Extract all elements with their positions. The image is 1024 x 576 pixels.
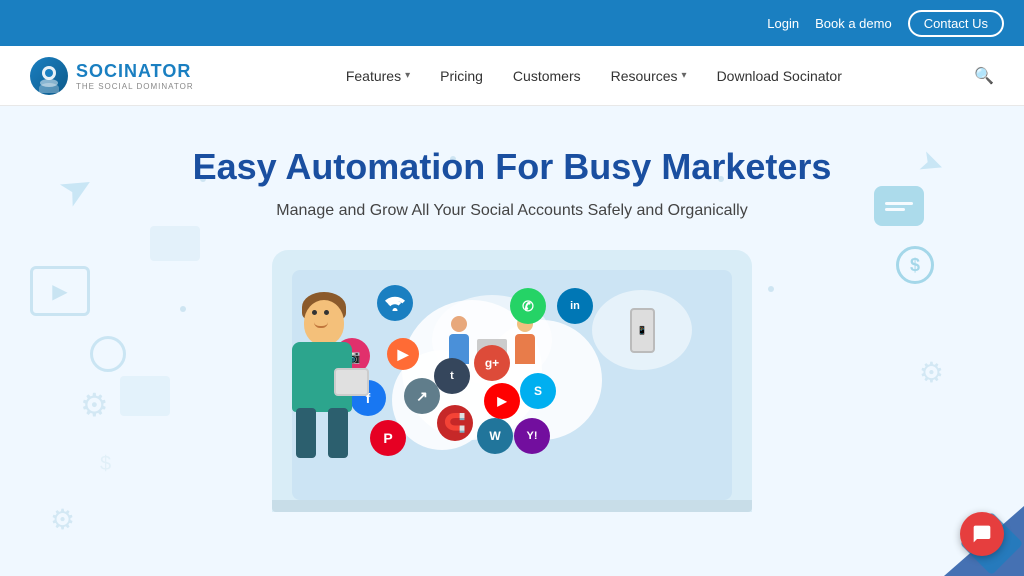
wordpress-icon: W: [477, 418, 513, 454]
person-illustration: [292, 300, 412, 500]
top-bar: Login Book a demo Contact Us: [0, 0, 1024, 46]
gear-decoration-2: ⚙: [919, 356, 944, 389]
play-decoration: ▶: [30, 266, 90, 316]
main-nav: Features ▾ Pricing Customers Resources ▾…: [234, 68, 954, 84]
note-decoration-1: [120, 376, 170, 416]
person-leg-right: [328, 408, 348, 458]
nav-bar: SOCINATOR THE SOCIAL DOMINATOR Features …: [0, 46, 1024, 106]
gplus-icon: g+: [474, 345, 510, 381]
hero-section: ➤ ➤ ▶ $ ⚙ ⚙ ⚙ $ Easy Automation For Busy…: [0, 106, 1024, 576]
whatsapp-icon: ✆: [510, 288, 546, 324]
resources-chevron-icon: ▾: [682, 70, 687, 81]
contact-us-button[interactable]: Contact Us: [908, 10, 1004, 37]
nav-customers[interactable]: Customers: [513, 68, 581, 84]
person-head: [304, 300, 344, 345]
login-link[interactable]: Login: [767, 16, 799, 31]
person-leg-left: [296, 408, 316, 458]
laptop-screen: 📱 📷 ▶ f P ↗ 🧲 W ▶ Y! S g+ ✆ in t: [292, 270, 732, 500]
logo-text: SOCINATOR: [76, 61, 191, 81]
hero-title: Easy Automation For Busy Marketers: [193, 146, 832, 188]
arrow-decoration-2: ➤: [914, 143, 950, 184]
clock-decoration: [90, 336, 126, 372]
nav-resources[interactable]: Resources ▾: [611, 68, 687, 84]
person-tablet: [334, 368, 369, 396]
tumblr-icon: t: [434, 358, 470, 394]
note-decoration-2: [150, 226, 200, 261]
laptop-illustration: 📱 📷 ▶ f P ↗ 🧲 W ▶ Y! S g+ ✆ in t: [272, 250, 752, 512]
logo-subtext: THE SOCIAL DOMINATOR: [76, 82, 194, 91]
phone-bubble: 📱: [592, 290, 692, 370]
nav-pricing[interactable]: Pricing: [440, 68, 483, 84]
search-icon[interactable]: 🔍: [974, 66, 994, 86]
hero-subtitle: Manage and Grow All Your Social Accounts…: [276, 202, 747, 220]
youtube-icon: ▶: [484, 383, 520, 419]
chat-bubble-decoration: [874, 186, 924, 226]
dot-5: [768, 286, 774, 292]
nav-features[interactable]: Features ▾: [346, 68, 410, 84]
dot-4: [180, 306, 186, 312]
book-demo-link[interactable]: Book a demo: [815, 16, 892, 31]
gear-decoration-1: ⚙: [80, 386, 109, 424]
dollar-decoration: $: [896, 246, 934, 284]
logo-icon: [30, 57, 68, 95]
chat-button[interactable]: [960, 512, 1004, 556]
arrow-decoration-1: ➤: [51, 161, 103, 218]
dollar-sign-left: $: [100, 453, 111, 476]
linkedin-icon: in: [557, 288, 593, 324]
features-chevron-icon: ▾: [405, 70, 410, 81]
magnet-icon: 🧲: [437, 405, 473, 441]
logo[interactable]: SOCINATOR THE SOCIAL DOMINATOR: [30, 57, 194, 95]
laptop-bottom: [272, 500, 752, 512]
gear-decoration-3: ⚙: [50, 503, 75, 536]
yahoo-icon: Y!: [514, 418, 550, 454]
skype-icon: S: [520, 373, 556, 409]
nav-download[interactable]: Download Socinator: [717, 68, 842, 84]
